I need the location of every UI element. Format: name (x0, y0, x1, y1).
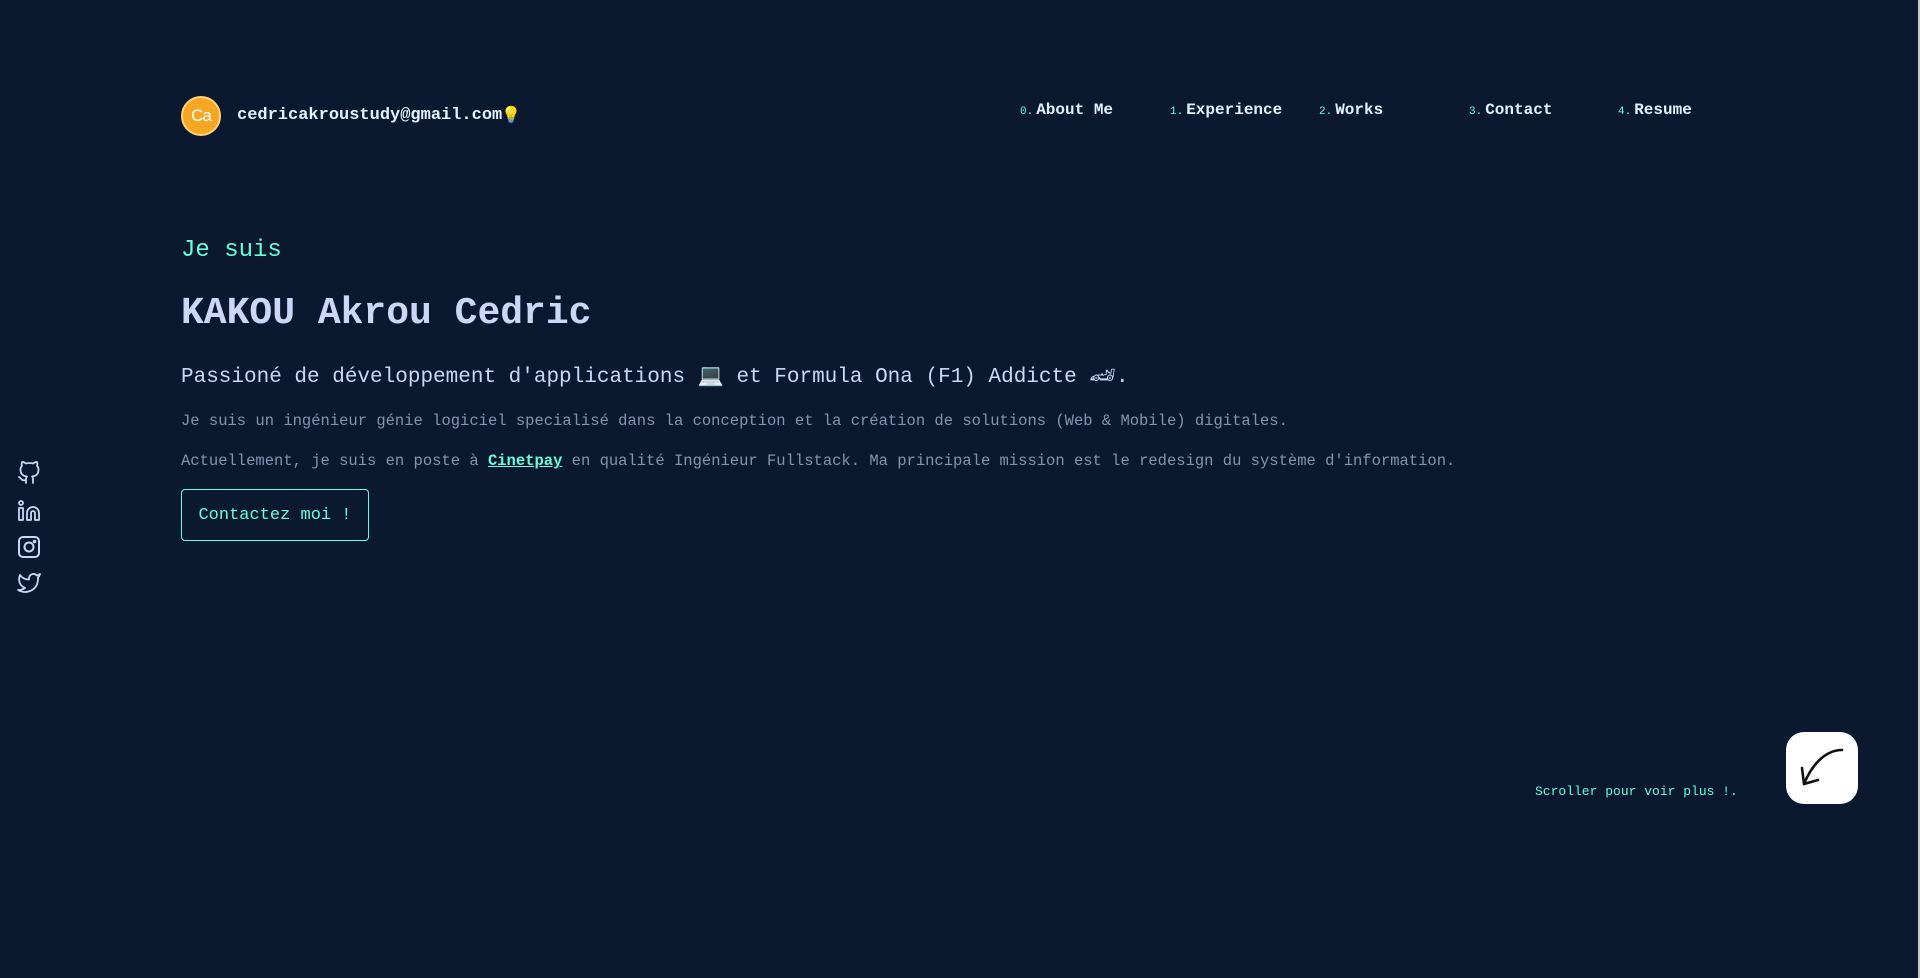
nav-number: 3. (1469, 106, 1483, 118)
current-suffix: en qualité Ingénieur Fullstack. Ma princ… (562, 452, 1456, 470)
nav-item-experience[interactable]: 1. Experience (1170, 101, 1282, 119)
hero-current-position: Actuellement, je suis en poste à Cinetpa… (181, 452, 1455, 470)
tagline-end: . (1116, 366, 1129, 389)
contact-button[interactable]: Contactez moi ! (181, 489, 369, 541)
current-prefix: Actuellement, je suis en poste à (181, 452, 488, 470)
nav-label: Experience (1186, 101, 1283, 119)
nav-number: 1. (1170, 106, 1184, 118)
company-link[interactable]: Cinetpay (488, 452, 562, 470)
instagram-icon[interactable] (17, 535, 41, 559)
linkedin-icon[interactable] (17, 499, 41, 523)
scroll-hint: Scroller pour voir plus !. (1535, 784, 1738, 799)
scroll-down-button[interactable] (1786, 732, 1858, 804)
nav-label: About Me (1036, 101, 1114, 119)
tagline-text: Passioné de développement d'applications (181, 366, 686, 389)
email-link[interactable]: cedricakroustudy@gmail.com (237, 106, 502, 125)
nav-number: 2. (1319, 106, 1333, 118)
nav-item-resume[interactable]: 4. Resume (1618, 101, 1692, 119)
nav-label: Contact (1485, 101, 1553, 119)
nav-item-works[interactable]: 2. Works (1319, 101, 1383, 119)
nav-item-about-me[interactable]: 0. About Me (1020, 101, 1113, 119)
tagline-text-2: et Formula Ona (F1) Addicte (723, 366, 1077, 389)
nav-item-contact[interactable]: 3. Contact (1469, 101, 1552, 119)
logo-text: Ca (191, 106, 212, 125)
nav-number: 4. (1618, 106, 1632, 118)
nav-label: Works (1335, 101, 1384, 119)
greeting: Je suis (181, 237, 282, 264)
github-icon[interactable] (17, 461, 41, 485)
hero-description: Je suis un ingénieur génie logiciel spec… (181, 412, 1288, 430)
nav-number: 0. (1020, 106, 1034, 118)
curved-arrow-icon (1800, 748, 1844, 786)
race-car-icon: 🏎 (1089, 366, 1116, 389)
laptop-icon: 💻 (697, 366, 724, 389)
hero-name: KAKOU Akrou Cedric (181, 292, 592, 335)
twitter-icon[interactable] (17, 571, 41, 595)
nav-label: Resume (1634, 101, 1692, 119)
hero-tagline: Passioné de développement d'applications… (181, 364, 1129, 389)
logo[interactable]: Ca (181, 96, 221, 136)
lightbulb-icon[interactable]: 💡 (501, 105, 521, 125)
site-header: Ca cedricakroustudy@gmail.com 💡 0. About … (181, 96, 1920, 136)
